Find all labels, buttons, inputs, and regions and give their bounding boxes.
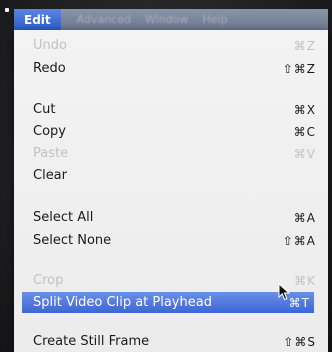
- menu-item-label: Select None: [33, 233, 112, 248]
- menu-item-shortcut: ⇧⌘Z: [282, 61, 316, 76]
- menu-item-shortcut: ⌘V: [293, 146, 316, 161]
- menu-item-shortcut: ⌘A: [293, 210, 316, 225]
- menu-item-shortcut: ⇧⌘S: [283, 334, 316, 349]
- menu-item-shortcut: ⌘C: [293, 124, 316, 139]
- menu-item-split-video-clip[interactable]: Split Video Clip at Playhead ⌘T: [22, 292, 314, 313]
- menu-bar: Edit Advanced Window Help: [14, 9, 328, 30]
- menubar-other-menus: Advanced Window Help: [61, 13, 328, 26]
- menu-item-label: Undo: [33, 38, 67, 53]
- mouse-pointer-icon: [278, 283, 291, 301]
- screen-dot: [5, 8, 9, 12]
- menu-item-label: Copy: [33, 124, 66, 139]
- edit-menu-dropdown: Undo ⌘Z Redo ⇧⌘Z Cut ⌘X Copy ⌘C Paste ⌘V…: [14, 30, 328, 352]
- menu-item-label: Paste: [33, 146, 69, 161]
- menu-item-shortcut: ⌘X: [293, 102, 316, 117]
- menu-edit[interactable]: Edit: [14, 9, 61, 30]
- menu-item-label: Select All: [33, 210, 94, 225]
- menu-item-paste[interactable]: Paste ⌘V: [14, 143, 328, 164]
- menu-item-label: Clear: [33, 168, 67, 183]
- menu-item-label: Split Video Clip at Playhead: [33, 295, 212, 310]
- menu-help[interactable]: Help: [202, 13, 227, 26]
- menu-item-shortcut: ⌘K: [294, 273, 316, 288]
- menu-item-label: Crop: [33, 273, 64, 288]
- menu-item-label: Redo: [33, 61, 66, 76]
- menu-item-select-none[interactable]: Select None ⇧⌘A: [14, 230, 328, 251]
- menu-item-cut[interactable]: Cut ⌘X: [14, 99, 328, 120]
- menu-item-copy[interactable]: Copy ⌘C: [14, 121, 328, 142]
- menu-item-clear[interactable]: Clear: [14, 165, 328, 186]
- menu-item-shortcut: ⌘Z: [293, 38, 316, 53]
- menu-item-redo[interactable]: Redo ⇧⌘Z: [14, 58, 328, 79]
- menu-window[interactable]: Window: [145, 13, 188, 26]
- menu-item-label: Create Still Frame: [33, 334, 150, 349]
- menu-item-create-still-frame[interactable]: Create Still Frame ⇧⌘S: [14, 331, 328, 352]
- menu-item-select-all[interactable]: Select All ⌘A: [14, 207, 328, 228]
- menu-item-label: Cut: [33, 102, 56, 117]
- menu-advanced[interactable]: Advanced: [77, 13, 131, 26]
- menu-item-undo[interactable]: Undo ⌘Z: [14, 35, 328, 56]
- menu-item-shortcut: ⇧⌘A: [282, 233, 316, 248]
